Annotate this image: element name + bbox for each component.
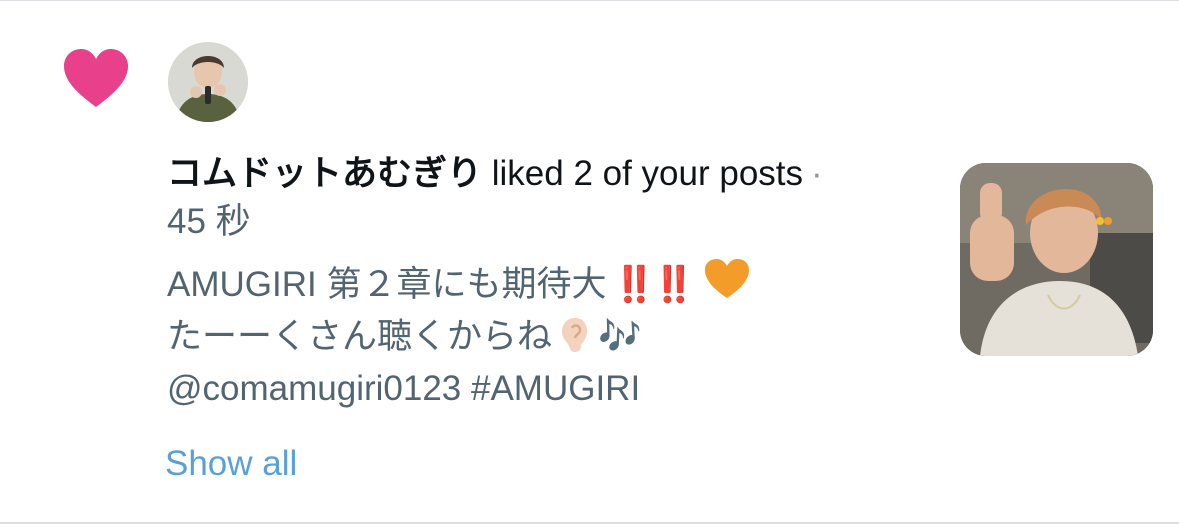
ear-icon — [562, 318, 588, 352]
show-all-link[interactable]: Show all — [165, 440, 297, 488]
user-name-link[interactable]: コムドットあむぎり — [167, 154, 482, 193]
timestamp: 45 秒 — [167, 202, 251, 241]
post-line-2-text: たーーくさん聴くからね — [167, 317, 553, 356]
musical-notes-emoji: 🎶 — [598, 317, 642, 356]
post-thumbnail[interactable] — [960, 163, 1153, 356]
post-line-1-text: AMUGIRI 第２章にも期待大 — [167, 265, 607, 304]
orange-heart-icon — [704, 259, 749, 298]
action-text: liked 2 of your posts — [482, 154, 804, 193]
notification-headline: コムドットあむぎり liked 2 of your posts · — [167, 150, 907, 198]
avatar[interactable] — [168, 42, 248, 122]
heart-icon — [64, 49, 128, 107]
post-preview-text[interactable]: AMUGIRI 第２章にも期待大 ‼️‼️ たーーくさん聴くからね 🎶 @coma… — [167, 258, 927, 415]
separator-dot: · — [811, 154, 823, 193]
post-line-3: @comamugiri0123 #AMUGIRI — [167, 369, 641, 408]
bottom-divider — [0, 522, 1179, 524]
top-divider — [0, 0, 1179, 1]
post-line-2: たーーくさん聴くからね 🎶 — [167, 311, 927, 363]
post-line-1: AMUGIRI 第２章にも期待大 ‼️‼️ — [167, 258, 927, 311]
double-exclamation-emoji: ‼️‼️ — [612, 265, 695, 304]
